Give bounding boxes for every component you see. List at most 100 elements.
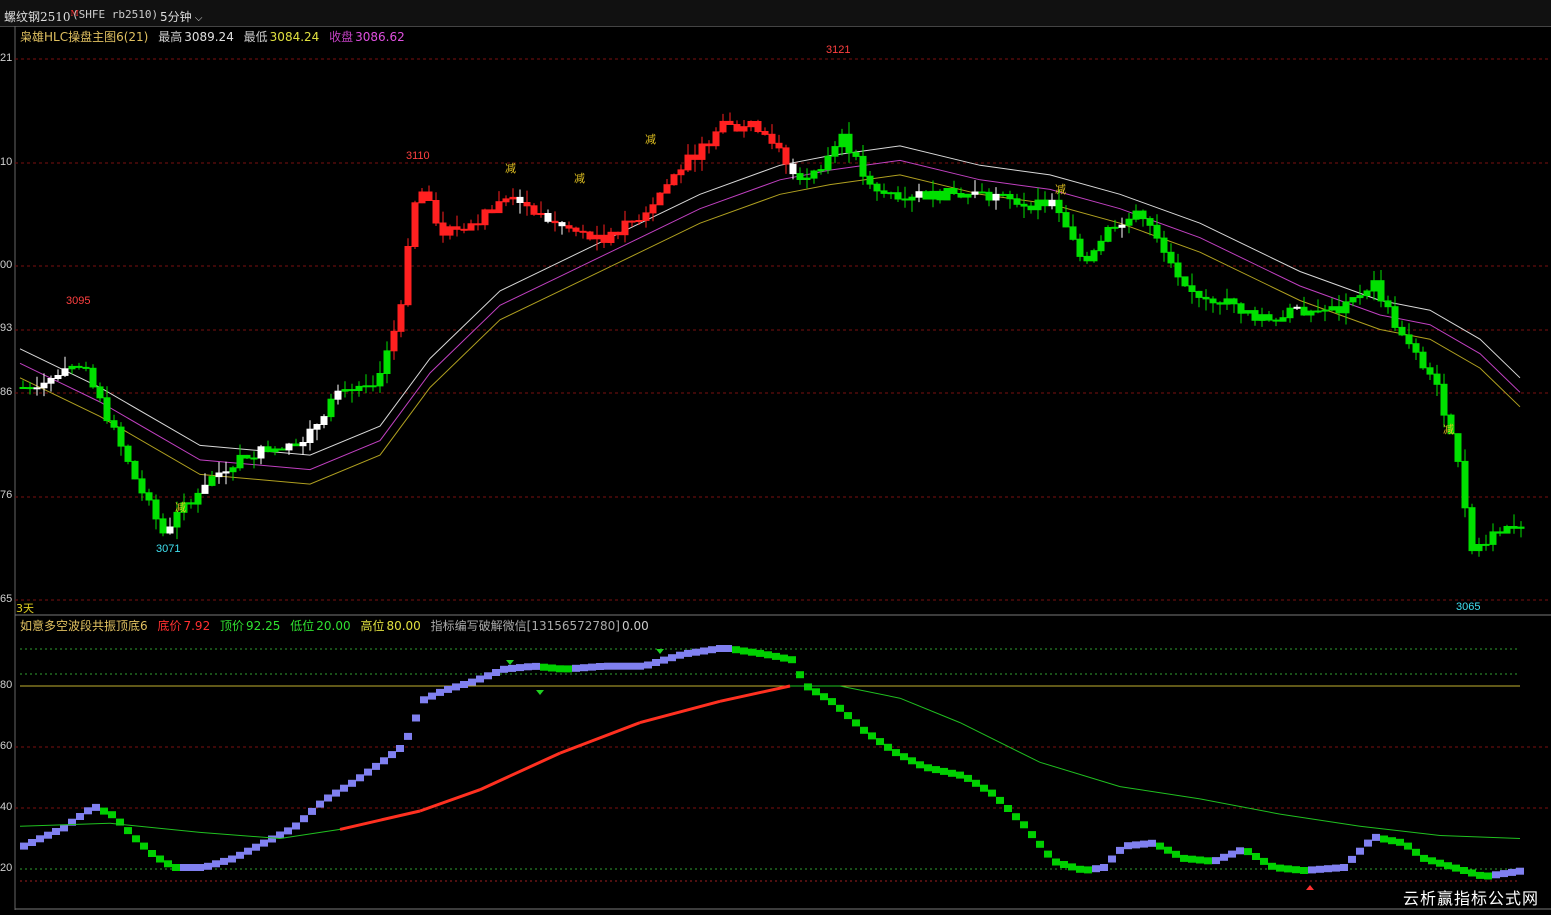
candle-body [75, 365, 83, 368]
osc-bar [1324, 865, 1332, 873]
sub-indicator-name[interactable]: 如意多空波段共振顶底6 [20, 619, 148, 633]
candle-body [1020, 203, 1028, 207]
osc-bar [676, 651, 684, 659]
candle-body [1328, 306, 1336, 311]
signal-triangle [1306, 885, 1314, 890]
reduce-marker: 减 [1443, 423, 1454, 436]
main-indicator-name[interactable]: 枭雄HLC操盘主图6(21) [20, 30, 148, 44]
candle-body [768, 133, 776, 144]
candle-body [33, 387, 41, 390]
candle-body [894, 192, 902, 200]
osc-bar [268, 835, 276, 843]
osc-bar [1380, 835, 1388, 843]
osc-bar [556, 665, 564, 673]
candle-body [89, 367, 97, 388]
reduce-marker: 减 [505, 162, 516, 175]
candle-body [999, 193, 1007, 196]
candle-body [215, 472, 223, 478]
candle-body [110, 420, 118, 428]
candle-body [1090, 250, 1098, 262]
candle-body [782, 147, 790, 165]
osc-bar [1372, 833, 1380, 841]
candle-body [306, 428, 314, 444]
candle-body [1384, 300, 1392, 308]
osc-bar [508, 664, 516, 672]
sub-indicator-legend: 如意多空波段共振顶底6 底价 7.92 顶价 92.25 低位 20.00 高位 80.… [20, 617, 655, 634]
candle-body [404, 246, 412, 306]
candle-body [341, 389, 349, 392]
candle-body [719, 120, 727, 133]
close-value: 3086.62 [355, 30, 405, 44]
candle-body [488, 209, 496, 214]
candle-body [1279, 317, 1287, 322]
candle-body [831, 146, 839, 157]
candle-body [1181, 276, 1189, 287]
top-value: 92.25 [246, 619, 281, 633]
osc-bar [420, 696, 428, 704]
candle-body [1251, 310, 1259, 321]
candle-body [1398, 326, 1406, 336]
osc-signal-segment [639, 699, 721, 725]
candle-body [1027, 205, 1035, 211]
signal-triangle [506, 660, 514, 665]
candle-body [978, 191, 986, 194]
osc-bar [700, 647, 708, 655]
osc-bar [284, 827, 292, 835]
candle-body [1335, 306, 1343, 314]
candle-body [1370, 280, 1378, 292]
candle-body [1307, 310, 1315, 316]
osc-bar [396, 745, 404, 752]
candle-body [915, 191, 923, 198]
candle-body [1503, 526, 1511, 534]
low-label-3065: 3065 [1456, 601, 1481, 613]
osc-bar [1476, 871, 1484, 879]
candle-body [1419, 351, 1427, 369]
osc-bar [868, 732, 876, 740]
osc-signal-segment [1039, 761, 1121, 788]
osc-bar [1092, 865, 1100, 873]
osc-bar [1204, 857, 1212, 865]
osc-bar [844, 712, 852, 720]
candle-body [61, 368, 69, 376]
osc-bar [1036, 840, 1044, 848]
main-indicator-legend: 枭雄HLC操盘主图6(21) 最高 3089.24 最低 3084.24 收盘 308… [20, 28, 411, 45]
candle-body [1153, 224, 1161, 239]
osc-bar [164, 860, 172, 868]
candle-body [131, 460, 139, 480]
low-label-3071: 3071 [156, 543, 181, 555]
osc-bar [748, 648, 756, 656]
candle-body [250, 457, 258, 460]
osc-bar [180, 864, 188, 871]
osc-bar [324, 794, 332, 802]
candle-body [334, 390, 342, 400]
candle-body [145, 492, 153, 501]
low-value: 3084.24 [269, 30, 320, 44]
candle-body [677, 169, 685, 176]
high-position-value: 80.00 [386, 619, 421, 633]
candle-body [642, 212, 650, 221]
reduce-marker: 减 [175, 501, 186, 514]
osc-bar [996, 796, 1004, 804]
osc-bar [1140, 840, 1148, 848]
candle-body [1167, 251, 1175, 264]
osc-bar [1308, 866, 1316, 874]
osc-bar [716, 645, 724, 652]
candle-body [1076, 238, 1084, 257]
osc-bar [804, 683, 812, 691]
osc-bar [828, 698, 836, 706]
candle-body [775, 142, 783, 149]
osc-bar [540, 663, 548, 671]
candle-body [313, 424, 321, 430]
osc-bar [276, 831, 284, 839]
osc-bar [1252, 853, 1260, 860]
candle-body [1006, 194, 1014, 200]
candle-body [1405, 334, 1413, 345]
chart-canvas[interactable] [0, 0, 1551, 915]
top-label: 顶价 [220, 619, 245, 633]
osc-signal-segment [339, 809, 421, 831]
osc-bar [372, 762, 380, 770]
candle-body [922, 191, 930, 200]
candle-body [425, 191, 433, 201]
candle-body [530, 205, 538, 215]
candle-body [138, 478, 146, 494]
